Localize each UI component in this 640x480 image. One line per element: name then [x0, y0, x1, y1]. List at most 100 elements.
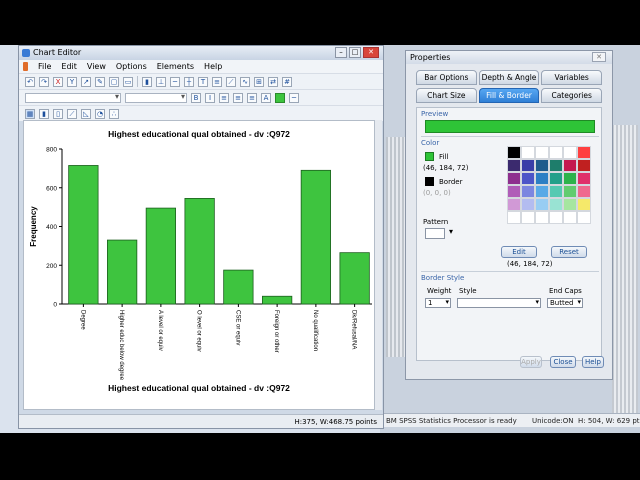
chart-element-icon[interactable]: ▦	[25, 108, 35, 119]
tab-fill-border[interactable]: Fill & Border	[478, 88, 540, 103]
palette-swatch[interactable]	[507, 211, 521, 224]
axis-icon[interactable]: ⊥	[156, 76, 166, 87]
palette-swatch[interactable]	[563, 146, 577, 159]
palette-swatch[interactable]	[563, 172, 577, 185]
color-palette[interactable]	[507, 146, 593, 224]
close-button[interactable]: Close	[550, 356, 576, 368]
legend-icon[interactable]: ≡	[212, 76, 222, 87]
tab-variables[interactable]: Variables	[541, 70, 603, 85]
scale-icon[interactable]: ↗	[81, 76, 91, 87]
line-chart-icon[interactable]: ⟋	[67, 108, 77, 119]
tab-chart-size[interactable]: Chart Size	[416, 88, 477, 103]
palette-swatch[interactable]	[535, 185, 549, 198]
palette-swatch[interactable]	[521, 211, 535, 224]
fill-swatch[interactable]	[425, 152, 434, 161]
align-center-icon[interactable]: ≡	[233, 92, 243, 103]
palette-swatch[interactable]	[521, 146, 535, 159]
tab-depth-angle[interactable]: Depth & Angle	[478, 70, 540, 85]
weight-select[interactable]: 1	[425, 298, 451, 308]
redo-icon[interactable]: ↷	[39, 76, 49, 87]
palette-swatch[interactable]	[535, 146, 549, 159]
palette-swatch[interactable]	[549, 146, 563, 159]
palette-swatch[interactable]	[577, 159, 591, 172]
font-family-select[interactable]	[25, 92, 121, 103]
minimize-button[interactable]: –	[335, 47, 347, 58]
interpolation-icon[interactable]: ∿	[240, 76, 250, 87]
menu-help[interactable]: Help	[204, 62, 222, 71]
palette-swatch[interactable]	[535, 172, 549, 185]
help-button[interactable]: Help	[582, 356, 604, 368]
palette-swatch[interactable]	[563, 198, 577, 211]
palette-swatch[interactable]	[507, 198, 521, 211]
font-size-select[interactable]	[125, 92, 187, 103]
palette-swatch[interactable]	[577, 146, 591, 159]
close-window-button[interactable]: ✕	[363, 47, 379, 58]
select-x-icon[interactable]: X	[53, 76, 63, 87]
grid-icon[interactable]: #	[282, 76, 292, 87]
palette-swatch[interactable]	[507, 172, 521, 185]
label-icon[interactable]: ⊞	[254, 76, 264, 87]
palette-swatch[interactable]	[577, 172, 591, 185]
undo-icon[interactable]: ↶	[25, 76, 35, 87]
frame-icon[interactable]: ▢	[109, 76, 119, 87]
palette-swatch[interactable]	[549, 211, 563, 224]
maximize-button[interactable]: □	[349, 47, 361, 58]
edit-color-button[interactable]: Edit	[501, 246, 537, 258]
end-caps-select[interactable]: Butted	[547, 298, 583, 308]
close-icon[interactable]: ✕	[592, 52, 606, 62]
bars-icon[interactable]: ▮	[39, 108, 49, 119]
menu-options[interactable]: Options	[116, 62, 147, 71]
ruler-icon[interactable]: ▭	[123, 76, 133, 87]
palette-swatch[interactable]	[577, 211, 591, 224]
palette-swatch[interactable]	[549, 198, 563, 211]
bar-chart[interactable]: Highest educational qual obtained - dv :…	[24, 121, 376, 411]
edit-icon[interactable]: ✎	[95, 76, 105, 87]
select-y-icon[interactable]: Y	[67, 76, 77, 87]
palette-swatch[interactable]	[535, 159, 549, 172]
transpose-icon[interactable]: ⇄	[268, 76, 278, 87]
reset-color-button[interactable]: Reset	[551, 246, 587, 258]
font-color-icon[interactable]: A	[261, 92, 271, 103]
pattern-select[interactable]	[425, 227, 453, 239]
editor-vertical-scrollbar[interactable]	[375, 120, 382, 410]
apply-button[interactable]: Apply	[520, 356, 542, 368]
menu-edit[interactable]: Edit	[61, 62, 77, 71]
line-icon[interactable]: ─	[170, 76, 180, 87]
palette-swatch[interactable]	[549, 185, 563, 198]
palette-swatch[interactable]	[563, 211, 577, 224]
palette-swatch[interactable]	[535, 211, 549, 224]
reference-line-icon[interactable]: ┼	[184, 76, 194, 87]
palette-swatch[interactable]	[563, 185, 577, 198]
align-left-icon[interactable]: ≡	[219, 92, 229, 103]
menu-view[interactable]: View	[87, 62, 106, 71]
tab-bar-options[interactable]: Bar Options	[416, 70, 477, 85]
palette-swatch[interactable]	[507, 159, 521, 172]
palette-swatch[interactable]	[563, 159, 577, 172]
bold-icon[interactable]: B	[191, 92, 201, 103]
style-select[interactable]	[457, 298, 541, 308]
menu-elements[interactable]: Elements	[157, 62, 194, 71]
textbox-icon[interactable]: T	[198, 76, 208, 87]
palette-swatch[interactable]	[521, 172, 535, 185]
palette-swatch[interactable]	[507, 146, 521, 159]
palette-swatch[interactable]	[521, 159, 535, 172]
line-style-icon[interactable]: ─	[289, 92, 299, 103]
palette-swatch[interactable]	[549, 159, 563, 172]
align-right-icon[interactable]: ≡	[247, 92, 257, 103]
palette-swatch[interactable]	[535, 198, 549, 211]
bar-chart-icon[interactable]: ▮	[142, 76, 152, 87]
fit-line-icon[interactable]: ⟋	[226, 76, 236, 87]
palette-swatch[interactable]	[521, 198, 535, 211]
border-swatch[interactable]	[425, 177, 434, 186]
scatter-icon[interactable]: ∴	[109, 108, 119, 119]
histogram-icon[interactable]: ▯	[53, 108, 63, 119]
palette-swatch[interactable]	[507, 185, 521, 198]
palette-swatch[interactable]	[577, 198, 591, 211]
menu-file[interactable]: File	[38, 62, 51, 71]
palette-swatch[interactable]	[577, 185, 591, 198]
palette-swatch[interactable]	[521, 185, 535, 198]
pie-chart-icon[interactable]: ◔	[95, 108, 105, 119]
italic-icon[interactable]: I	[205, 92, 215, 103]
chart-canvas[interactable]: Highest educational qual obtained - dv :…	[23, 120, 375, 410]
fill-color-icon[interactable]	[275, 92, 285, 103]
